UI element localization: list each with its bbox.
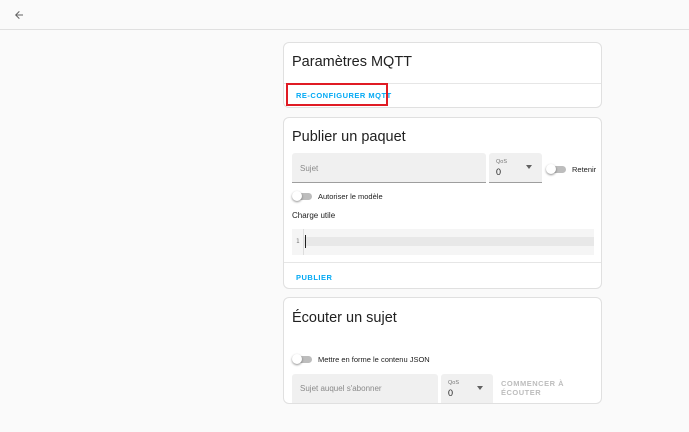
publish-button[interactable]: PUBLIER xyxy=(296,273,332,282)
chevron-down-icon xyxy=(477,386,483,390)
listen-qos-select[interactable]: QoS 0 xyxy=(441,374,493,403)
start-listening-button[interactable]: COMMENCER À ÉCOUTER xyxy=(501,379,601,397)
card-divider xyxy=(284,262,601,263)
listen-title: Écouter un sujet xyxy=(292,310,397,326)
retain-toggle[interactable] xyxy=(546,164,566,174)
publish-title: Publier un paquet xyxy=(292,129,406,145)
text-cursor xyxy=(305,235,306,248)
chevron-down-icon xyxy=(526,165,532,169)
format-json-toggle[interactable] xyxy=(292,354,312,364)
qos-select[interactable]: QoS 0 xyxy=(489,153,542,183)
arrow-left-icon xyxy=(15,11,23,19)
mqtt-settings-title: Paramètres MQTT xyxy=(292,54,413,70)
qos-value: 0 xyxy=(496,167,502,177)
top-bar xyxy=(0,0,689,30)
allow-template-toggle[interactable] xyxy=(292,191,312,201)
line-number: 1 xyxy=(296,238,300,245)
toggle-thumb xyxy=(546,164,556,174)
allow-template-label: Autoriser le modèle xyxy=(318,192,383,201)
subscribe-topic-input[interactable]: Sujet auquel s'abonner xyxy=(292,374,438,403)
editor-gutter: 1 xyxy=(292,229,304,255)
topic-input[interactable]: Sujet xyxy=(292,153,486,183)
subscribe-placeholder: Sujet auquel s'abonner xyxy=(300,384,382,393)
qos-label: QoS xyxy=(448,380,460,386)
active-line xyxy=(304,237,594,246)
qos-value: 0 xyxy=(448,388,454,398)
back-button[interactable] xyxy=(8,4,30,26)
mqtt-settings-card: Paramètres MQTT RE-CONFIGURER MQTT xyxy=(283,42,602,108)
toggle-thumb xyxy=(292,191,302,201)
toggle-thumb xyxy=(292,354,302,364)
listen-topic-card: Écouter un sujet Mettre en forme le cont… xyxy=(283,297,602,404)
payload-editor[interactable]: 1 xyxy=(292,229,594,255)
reconfigure-mqtt-button[interactable]: RE-CONFIGURER MQTT xyxy=(296,91,392,100)
qos-label: QoS xyxy=(496,159,508,165)
retain-label: Retenir xyxy=(572,165,597,174)
topic-placeholder: Sujet xyxy=(300,164,319,173)
format-json-label: Mettre en forme le contenu JSON xyxy=(318,355,430,364)
publish-packet-card: Publier un paquet Sujet QoS 0 Retenir Au… xyxy=(283,117,602,289)
card-divider xyxy=(284,83,601,84)
payload-label: Charge utile xyxy=(292,211,336,220)
